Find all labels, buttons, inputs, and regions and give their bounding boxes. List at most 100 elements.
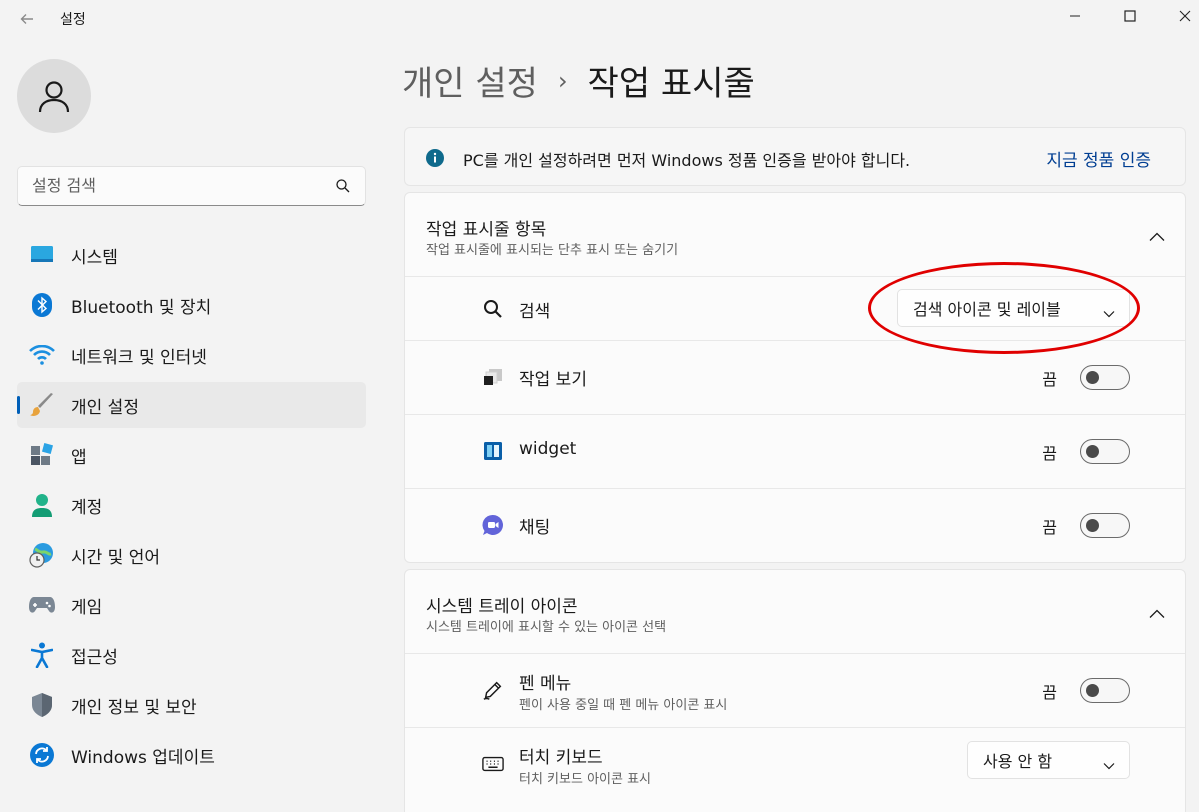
search-mode-dropdown[interactable]: 검색 아이콘 및 레이블 bbox=[897, 289, 1130, 327]
keyboard-icon bbox=[482, 753, 504, 775]
maximize-button[interactable] bbox=[1107, 0, 1153, 32]
wifi-icon bbox=[29, 342, 55, 368]
touch-keyboard-row: 터치 키보드 터치 키보드 아이콘 표시 사용 안 함 bbox=[405, 728, 1185, 802]
row-description: 펜이 사용 중일 때 펜 메뉴 아이콘 표시 bbox=[519, 698, 728, 713]
pen-menu-toggle[interactable] bbox=[1080, 678, 1130, 703]
sidebar-item-system[interactable]: 시스템 bbox=[17, 232, 366, 278]
shield-icon bbox=[29, 692, 55, 718]
section-subtitle: 시스템 트레이에 표시할 수 있는 아이콘 선택 bbox=[426, 620, 667, 635]
chevron-up-icon[interactable] bbox=[1149, 227, 1165, 246]
sidebar-item-label: 시스템 bbox=[71, 247, 118, 268]
apps-icon bbox=[29, 442, 55, 468]
system-tray-section: 시스템 트레이 아이콘 시스템 트레이에 표시할 수 있는 아이콘 선택 펜 메… bbox=[404, 569, 1186, 812]
info-icon bbox=[426, 149, 444, 171]
sidebar-item-label: 게임 bbox=[71, 597, 103, 618]
accessibility-icon bbox=[29, 642, 55, 668]
sidebar-item-label: 개인 정보 및 보안 bbox=[71, 697, 197, 718]
sidebar-nav: 시스템 Bluetooth 및 장치 네트워크 및 인터넷 개인 설정 앱 계정 bbox=[17, 232, 366, 782]
bluetooth-icon bbox=[29, 292, 55, 318]
breadcrumb: 개인 설정 › 작업 표시줄 bbox=[402, 56, 755, 105]
row-label: 검색 bbox=[519, 302, 551, 322]
settings-search-box[interactable] bbox=[17, 166, 366, 206]
pen-menu-row: 펜 메뉴 펜이 사용 중일 때 펜 메뉴 아이콘 표시 끔 bbox=[405, 654, 1185, 728]
search-icon bbox=[335, 178, 351, 198]
sidebar-item-label: Windows 업데이트 bbox=[71, 747, 215, 768]
widgets-row: widget 끔 bbox=[405, 415, 1185, 489]
activation-banner: PC를 개인 설정하려면 먼저 Windows 정품 인증을 받아야 합니다. … bbox=[404, 127, 1186, 186]
row-label: 채팅 bbox=[519, 518, 551, 538]
search-icon bbox=[482, 298, 504, 320]
task-view-icon bbox=[482, 366, 504, 388]
activate-now-link[interactable]: 지금 정품 인증 bbox=[1046, 146, 1151, 171]
chevron-down-icon bbox=[1103, 303, 1115, 322]
row-label: 터치 키보드 bbox=[519, 748, 603, 768]
settings-search-input[interactable] bbox=[18, 167, 318, 203]
system-tray-header[interactable]: 시스템 트레이 아이콘 시스템 트레이에 표시할 수 있는 아이콘 선택 bbox=[405, 570, 1185, 654]
minimize-button[interactable] bbox=[1052, 0, 1098, 32]
toggle-state-text: 끔 bbox=[1042, 370, 1057, 389]
activation-message: PC를 개인 설정하려면 먼저 Windows 정품 인증을 받아야 합니다. bbox=[463, 151, 911, 170]
back-button[interactable] bbox=[14, 6, 40, 32]
minimize-icon bbox=[1070, 15, 1080, 17]
close-button[interactable] bbox=[1162, 0, 1199, 32]
toggle-knob bbox=[1086, 684, 1099, 697]
app-title: 설정 bbox=[60, 12, 86, 28]
chat-row: 채팅 끔 bbox=[405, 489, 1185, 563]
toggle-knob bbox=[1086, 371, 1099, 384]
sidebar-item-label: 시간 및 언어 bbox=[71, 547, 161, 568]
sidebar-item-label: 네트워크 및 인터넷 bbox=[71, 347, 207, 368]
account-icon bbox=[29, 492, 55, 518]
chevron-up-icon[interactable] bbox=[1149, 604, 1165, 623]
sidebar-item-apps[interactable]: 앱 bbox=[17, 432, 366, 478]
sidebar-item-privacy[interactable]: 개인 정보 및 보안 bbox=[17, 682, 366, 728]
toggle-state-text: 끔 bbox=[1042, 444, 1057, 463]
sidebar-item-accessibility[interactable]: 접근성 bbox=[17, 632, 366, 678]
taskbar-items-header[interactable]: 작업 표시줄 항목 작업 표시줄에 표시되는 단추 표시 또는 숨기기 bbox=[405, 193, 1185, 277]
row-label: widget bbox=[519, 439, 577, 459]
sidebar-item-personalization[interactable]: 개인 설정 bbox=[17, 382, 366, 428]
chevron-down-icon bbox=[1103, 755, 1115, 774]
row-label: 작업 보기 bbox=[519, 370, 587, 390]
chat-toggle[interactable] bbox=[1080, 513, 1130, 538]
avatar[interactable] bbox=[17, 59, 91, 133]
page-title: 작업 표시줄 bbox=[587, 64, 755, 104]
toggle-knob bbox=[1086, 519, 1099, 532]
sidebar-item-label: 접근성 bbox=[71, 647, 118, 668]
toggle-state-text: 끔 bbox=[1042, 683, 1057, 702]
update-icon bbox=[29, 742, 55, 768]
widgets-icon bbox=[482, 440, 504, 462]
breadcrumb-separator: › bbox=[557, 66, 568, 95]
globe-clock-icon bbox=[29, 542, 55, 568]
dropdown-value: 사용 안 함 bbox=[983, 752, 1053, 771]
sidebar-item-windows-update[interactable]: Windows 업데이트 bbox=[17, 732, 366, 778]
section-subtitle: 작업 표시줄에 표시되는 단추 표시 또는 숨기기 bbox=[426, 243, 679, 258]
chat-icon bbox=[482, 514, 504, 536]
sidebar-item-label: 앱 bbox=[71, 447, 87, 468]
sidebar-item-label: 개인 설정 bbox=[71, 397, 139, 418]
arrow-left-icon bbox=[20, 14, 33, 24]
user-icon bbox=[38, 81, 70, 113]
title-bar: 설정 bbox=[0, 0, 1199, 38]
monitor-icon bbox=[29, 242, 55, 268]
sidebar-item-label: 계정 bbox=[71, 497, 103, 518]
toggle-knob bbox=[1086, 445, 1099, 458]
touch-keyboard-dropdown[interactable]: 사용 안 함 bbox=[967, 741, 1130, 779]
sidebar-item-time-language[interactable]: 시간 및 언어 bbox=[17, 532, 366, 578]
maximize-icon bbox=[1124, 10, 1136, 22]
breadcrumb-parent[interactable]: 개인 설정 bbox=[402, 56, 538, 105]
dropdown-value: 검색 아이콘 및 레이블 bbox=[913, 300, 1061, 319]
sidebar-item-accounts[interactable]: 계정 bbox=[17, 482, 366, 528]
sidebar-item-bluetooth[interactable]: Bluetooth 및 장치 bbox=[17, 282, 366, 328]
sidebar-item-network[interactable]: 네트워크 및 인터넷 bbox=[17, 332, 366, 378]
taskbar-search-row: 검색 검색 아이콘 및 레이블 bbox=[405, 277, 1185, 341]
close-icon bbox=[1179, 10, 1191, 22]
widgets-toggle[interactable] bbox=[1080, 439, 1130, 464]
task-view-toggle[interactable] bbox=[1080, 365, 1130, 390]
task-view-row: 작업 보기 끔 bbox=[405, 341, 1185, 415]
gamepad-icon bbox=[29, 592, 55, 618]
sidebar-item-gaming[interactable]: 게임 bbox=[17, 582, 366, 628]
row-description: 터치 키보드 아이콘 표시 bbox=[519, 772, 651, 787]
taskbar-items-section: 작업 표시줄 항목 작업 표시줄에 표시되는 단추 표시 또는 숨기기 검색 검… bbox=[404, 192, 1186, 563]
sidebar-item-label: Bluetooth 및 장치 bbox=[71, 297, 212, 318]
row-label: 펜 메뉴 bbox=[519, 674, 572, 694]
